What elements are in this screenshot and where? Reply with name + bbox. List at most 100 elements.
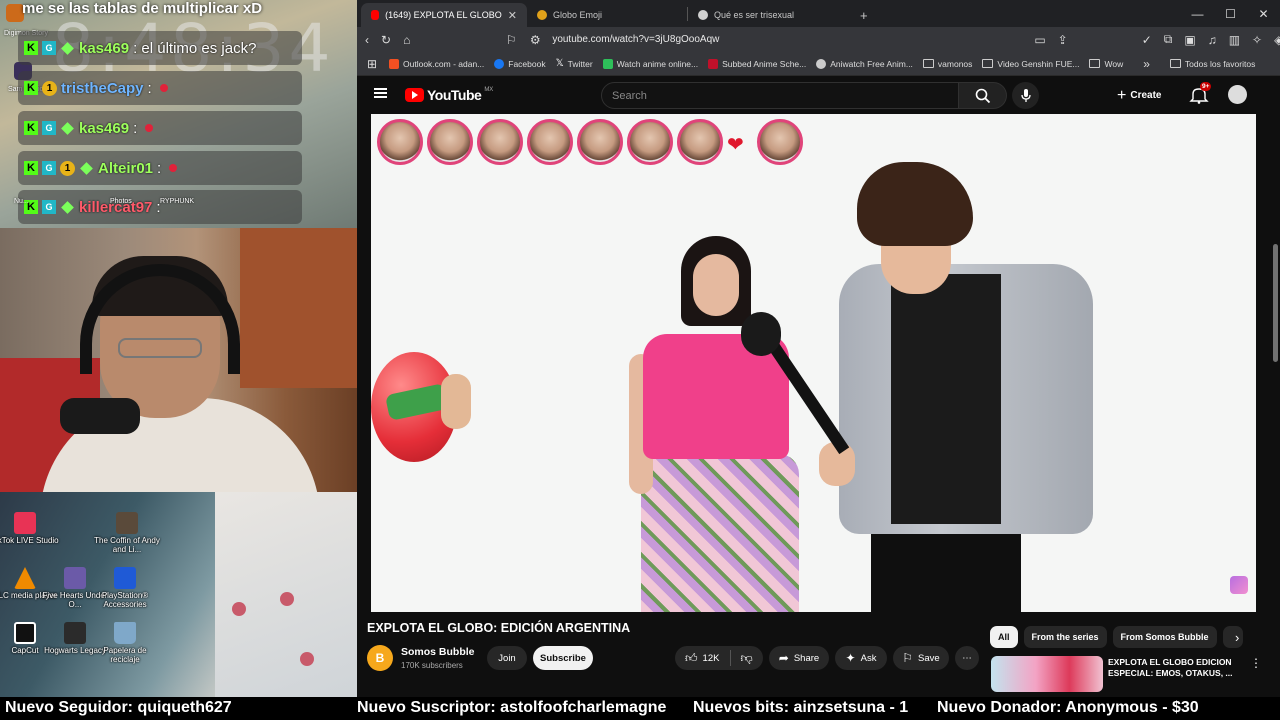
music-icon[interactable]: ♫: [1208, 33, 1217, 47]
tab-youtube-video[interactable]: (1649) EXPLOTA EL GLOBO: EDIC ✕: [361, 3, 527, 27]
channel-name[interactable]: Somos Bubble: [401, 646, 475, 658]
video-player[interactable]: ❤: [371, 114, 1256, 612]
voice-search-button[interactable]: [1012, 82, 1039, 109]
bookmark-outlook[interactable]: Outlook.com - adan...: [389, 58, 484, 69]
bookmark-icon[interactable]: ⚐: [504, 33, 518, 47]
thumbs-up-icon[interactable]: 👍︎: [685, 651, 698, 666]
desktop-wallpaper: TikTok LIVE Studio The Coffin of Andy an…: [0, 492, 357, 697]
chip-partial[interactable]: [1222, 626, 1243, 648]
desktop-icon-coffin[interactable]: The Coffin of Andy and Li...: [92, 512, 162, 554]
notification-count-badge: 9+: [1200, 82, 1212, 91]
contestant-face-5: [577, 119, 623, 165]
leo-icon[interactable]: ✧: [1252, 33, 1262, 47]
save-button[interactable]: ⚐ Save: [893, 646, 949, 670]
channel-watermark-icon[interactable]: [1230, 576, 1248, 594]
bookmark-aniwatch[interactable]: Aniwatch Free Anim...: [816, 58, 913, 69]
desktop-icon-playstation[interactable]: PlayStation® Accessories: [90, 567, 160, 609]
contestant-face-8: [757, 119, 803, 165]
contestant-face-4: [527, 119, 573, 165]
region-code: MX: [484, 87, 494, 93]
alerts-ticker: Nuevo Seguidor: quiqueth627 Nuevo Suscri…: [0, 697, 1280, 720]
hamburger-menu-icon[interactable]: [374, 88, 387, 98]
channel-avatar[interactable]: B: [367, 645, 393, 671]
anime-site-icon: [602, 58, 613, 69]
scrollbar-thumb[interactable]: [1273, 244, 1278, 362]
close-tab-icon[interactable]: ✕: [508, 9, 517, 22]
bookmark-folder-genshin[interactable]: Video Genshin FUE...: [982, 59, 1079, 69]
bookmark-label: Facebook: [508, 58, 546, 69]
vpn-icon[interactable]: ◈: [1274, 33, 1280, 47]
gift-badge-icon: G: [42, 161, 56, 175]
thumbs-down-icon[interactable]: 👎︎: [740, 651, 752, 666]
home-icon[interactable]: ⌂: [403, 33, 410, 47]
search-button[interactable]: [959, 82, 1007, 109]
desktop-label: Nu...: [14, 198, 29, 205]
extension-icon[interactable]: ✓: [1142, 33, 1152, 47]
new-tab-button[interactable]: +: [854, 3, 874, 27]
site-info-icon[interactable]: ⚙: [528, 33, 542, 47]
join-button[interactable]: Join: [487, 646, 527, 670]
flower-decoration: [300, 652, 314, 666]
youtube-logo[interactable]: YouTube MX: [405, 87, 493, 103]
new-follower-alert: Nuevo Seguidor: quiqueth627: [5, 699, 232, 716]
wallet-icon[interactable]: ▣: [1184, 33, 1195, 47]
bookmarks-overflow-button[interactable]: »: [1143, 57, 1150, 71]
minimize-icon[interactable]: —: [1181, 0, 1214, 27]
tab-globo-emoji[interactable]: Globo Emoji: [527, 3, 687, 27]
desktop-icon-tiktok[interactable]: TikTok LIVE Studio: [0, 512, 60, 545]
like-count[interactable]: 12K: [703, 653, 720, 664]
contestant-face-2: [427, 119, 473, 165]
recommendation-more-icon[interactable]: ⋮: [1250, 656, 1262, 670]
share-page-icon[interactable]: ⇪: [1058, 33, 1068, 47]
playstation-icon: [114, 567, 136, 589]
diamond-badge-icon: [80, 161, 93, 175]
tab-trisexual[interactable]: Qué es ser trisexual: [688, 3, 854, 27]
desktop-icon-recycle-bin[interactable]: Papelera de reciclaje: [90, 622, 160, 664]
all-bookmarks[interactable]: Todos los favoritos: [1169, 59, 1255, 69]
bookmark-label: Video Genshin FUE...: [997, 58, 1080, 69]
reload-icon[interactable]: ↻: [381, 33, 391, 47]
chevron-right-icon[interactable]: ›: [1235, 630, 1239, 645]
back-icon[interactable]: ‹: [365, 33, 369, 47]
maximize-icon[interactable]: ☐: [1214, 0, 1247, 27]
apps-grid-icon[interactable]: ⊞: [365, 57, 379, 71]
recommended-video-thumbnail[interactable]: [991, 656, 1103, 692]
gift-badge-icon: G: [42, 41, 56, 55]
folder-icon: [1169, 59, 1181, 68]
search-box: [601, 82, 1007, 109]
chip-from-series[interactable]: From the series: [1023, 626, 1107, 648]
desktop-icon-label: TikTok LIVE Studio: [0, 536, 59, 545]
bookmark-facebook[interactable]: Facebook: [494, 58, 546, 69]
subscribe-button[interactable]: Subscribe: [533, 646, 593, 670]
recommended-video-title[interactable]: EXPLOTA EL GLOBO EDICION ESPECIAL: EMOS,…: [1108, 657, 1238, 679]
share-button[interactable]: ➦ Share: [769, 646, 829, 670]
heart-icon: ❤: [727, 134, 744, 156]
chip-from-channel[interactable]: From Somos Bubble: [1112, 626, 1217, 648]
ask-button[interactable]: ✦ Ask: [835, 646, 887, 670]
youtube-play-icon: [405, 88, 424, 102]
bookmark-folder-vamonos[interactable]: vamonos: [922, 59, 972, 69]
flower-decoration: [280, 592, 294, 606]
webcam-feed: [0, 228, 357, 492]
page-scrollbar[interactable]: [1271, 114, 1280, 697]
screen-cast-icon[interactable]: ▭: [1034, 33, 1045, 47]
address-bar[interactable]: ⚐ ⚙ youtube.com/watch?v=3jU8gOooAqw: [422, 30, 962, 50]
chip-all[interactable]: All: [990, 626, 1018, 648]
microphone-icon: [60, 398, 140, 434]
bookmark-watch-anime[interactable]: Watch anime online...: [602, 58, 698, 69]
bookmark-twitter[interactable]: 𝕏 Twitter: [556, 58, 593, 69]
tier-one-badge-icon: 1: [60, 160, 75, 176]
contestant-face-6: [627, 119, 673, 165]
bookmark-folder-wow[interactable]: Wow: [1089, 59, 1123, 69]
sidebar-icon[interactable]: ▥: [1229, 33, 1240, 47]
search-input[interactable]: [601, 82, 959, 109]
account-avatar[interactable]: [1228, 85, 1247, 104]
bookmark-label: Subbed Anime Sche...: [722, 58, 807, 69]
create-button[interactable]: + Create: [1117, 82, 1161, 109]
bookmark-save-icon: ⚐: [902, 651, 914, 665]
bookmark-subbed-anime[interactable]: Subbed Anime Sche...: [708, 58, 807, 69]
puzzle-extensions-icon[interactable]: ⧉: [1164, 32, 1173, 47]
close-window-icon[interactable]: ✕: [1247, 0, 1280, 27]
more-actions-button[interactable]: ⋯: [955, 646, 979, 670]
url-text[interactable]: youtube.com/watch?v=3jU8gOooAqw: [552, 34, 719, 45]
